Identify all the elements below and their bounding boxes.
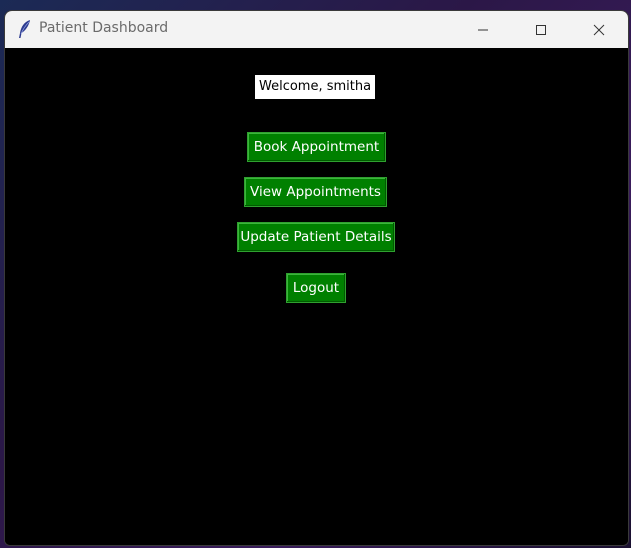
title-bar[interactable]: Patient Dashboard <box>5 11 628 48</box>
patient-dashboard-window: Patient Dashboard Welcome, smitha Book A… <box>4 10 629 546</box>
dashboard-content: Welcome, smitha Book Appointment View Ap… <box>5 48 628 545</box>
maximize-icon <box>536 24 546 35</box>
update-patient-details-button[interactable]: Update Patient Details <box>237 222 395 252</box>
maximize-button[interactable] <box>512 11 570 48</box>
close-button[interactable] <box>570 11 628 48</box>
logout-button[interactable]: Logout <box>286 273 346 303</box>
window-title: Patient Dashboard <box>39 20 169 36</box>
minimize-icon <box>478 29 488 30</box>
close-icon <box>593 24 605 35</box>
minimize-button[interactable] <box>454 11 512 48</box>
feather-icon <box>17 19 33 39</box>
welcome-label: Welcome, smitha <box>255 75 376 99</box>
book-appointment-button[interactable]: Book Appointment <box>247 132 386 162</box>
view-appointments-button[interactable]: View Appointments <box>244 177 387 207</box>
